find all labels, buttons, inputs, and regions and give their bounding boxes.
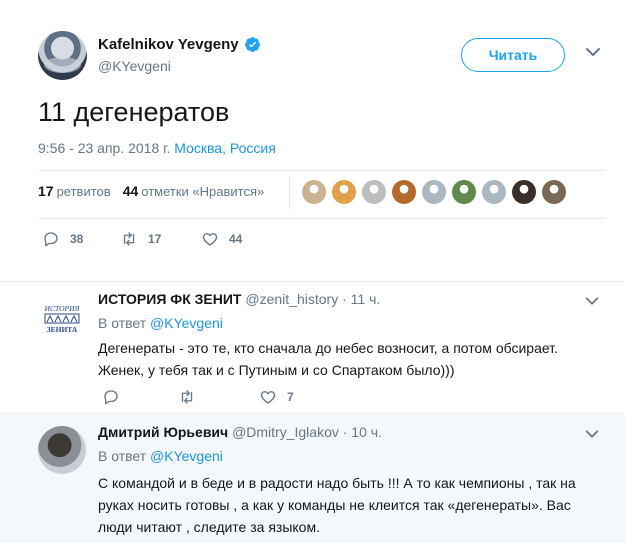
liker-avatar[interactable] (482, 180, 506, 204)
author-avatar[interactable] (38, 31, 87, 80)
tweet-location-link[interactable]: Москва, Россия (174, 140, 276, 156)
reply-to-prefix: В ответ (98, 448, 147, 464)
tweet-meta: 9:56 - 23 апр. 2018 г. Москва, Россия (38, 140, 276, 156)
reply-to-line: В ответ @KYevgeni (98, 448, 223, 464)
avatar-text-top: ИСТОРИЯ (44, 304, 81, 313)
zenit-logo-icon: ИСТОРИЯ ЗЕНИТА (38, 294, 86, 342)
reply-time[interactable]: · 10 ч. (343, 424, 382, 440)
reply-author-name[interactable]: Дмитрий Юрьевич (98, 424, 228, 440)
liker-avatar[interactable] (392, 180, 416, 204)
follow-button[interactable]: Читать (461, 38, 565, 72)
like-action[interactable]: 7 (259, 388, 294, 406)
author-name-text[interactable]: Kafelnikov Yevgeny (98, 36, 239, 53)
liker-avatar[interactable] (512, 180, 536, 204)
likes-count: 44 (122, 183, 139, 199)
retweet-icon (123, 232, 135, 246)
like-count: 44 (229, 232, 243, 246)
reply-icon (104, 390, 118, 405)
reply-header: Дмитрий Юрьевич @Dmitry_Iglakov · 10 ч. (98, 424, 382, 440)
tweet-stats: 17 ретвитов 44 отметки «Нравится» (38, 183, 264, 199)
reply-author-handle[interactable]: @zenit_history (245, 291, 338, 307)
retweet-count: 17 (148, 232, 162, 246)
like-action[interactable]: 44 (201, 230, 242, 248)
author-name[interactable]: Kafelnikov Yevgeny (98, 36, 261, 53)
zenit-history-avatar[interactable]: ИСТОРИЯ ЗЕНИТА (38, 294, 86, 342)
author-handle[interactable]: @KYevgeni (98, 58, 171, 74)
reply-to-prefix: В ответ (98, 315, 147, 331)
likers-avatars (302, 180, 566, 204)
retweets-label: ретвитов (56, 184, 111, 199)
reply-tweet[interactable]: Дмитрий Юрьевич @Dmitry_Iglakov · 10 ч. … (0, 412, 625, 543)
reply-header: ИСТОРИЯ ФК ЗЕНИТ @zenit_history · 11 ч. (98, 291, 380, 307)
like-count: 7 (287, 390, 294, 404)
reply-to-handle-link[interactable]: @KYevgeni (150, 448, 223, 464)
liker-avatar[interactable] (542, 180, 566, 204)
retweet-action[interactable]: 17 (120, 230, 161, 248)
likes-stat[interactable]: 44 отметки «Нравится» (123, 183, 265, 199)
reply-text: С командой и в беде и в радости надо быт… (98, 475, 576, 535)
dmitry-avatar[interactable] (38, 426, 86, 474)
retweets-count: 17 (38, 183, 54, 199)
reply-count: 38 (70, 232, 84, 246)
tweet-text: 11 дегенератов (38, 97, 230, 127)
liker-avatar[interactable] (452, 180, 476, 204)
retweets-stat[interactable]: 17 ретвитов (38, 183, 111, 199)
liker-avatar[interactable] (422, 180, 446, 204)
liker-avatar[interactable] (302, 180, 326, 204)
liker-avatar[interactable] (362, 180, 386, 204)
chevron-down-icon[interactable] (583, 425, 601, 443)
reply-icon (44, 232, 58, 247)
reply-to-line: В ответ @KYevgeni (98, 315, 223, 331)
chevron-down-icon[interactable] (583, 42, 603, 62)
reply-action[interactable]: 38 (42, 230, 83, 248)
heart-icon (260, 391, 276, 404)
stats-separator (289, 175, 290, 209)
tweet-timestamp[interactable]: 9:56 - 23 апр. 2018 г. (38, 140, 170, 156)
heart-icon (202, 233, 218, 246)
retweet-action[interactable] (178, 388, 196, 406)
divider (38, 170, 605, 171)
main-tweet: Kafelnikov Yevgeny @KYevgeni Читать 11 д… (0, 0, 625, 282)
reply-action[interactable] (102, 388, 120, 406)
verified-badge-icon (244, 37, 260, 52)
reply-author-handle[interactable]: @Dmitry_Iglakov (232, 424, 339, 440)
retweet-icon (181, 390, 193, 404)
reply-to-handle-link[interactable]: @KYevgeni (150, 315, 223, 331)
reply-time[interactable]: · 11 ч. (342, 291, 380, 307)
reply-text: Дегенераты - это те, кто сначала до небе… (98, 340, 558, 378)
chevron-down-icon[interactable] (583, 292, 601, 310)
divider (38, 218, 605, 219)
likes-label: отметки «Нравится» (141, 184, 265, 199)
reply-tweet[interactable]: ИСТОРИЯ ЗЕНИТА ИСТОРИЯ ФК ЗЕНИТ @zenit_h… (0, 282, 625, 412)
reply-author-name[interactable]: ИСТОРИЯ ФК ЗЕНИТ (98, 291, 242, 307)
avatar-text-bottom: ЗЕНИТА (47, 325, 78, 334)
liker-avatar[interactable] (332, 180, 356, 204)
